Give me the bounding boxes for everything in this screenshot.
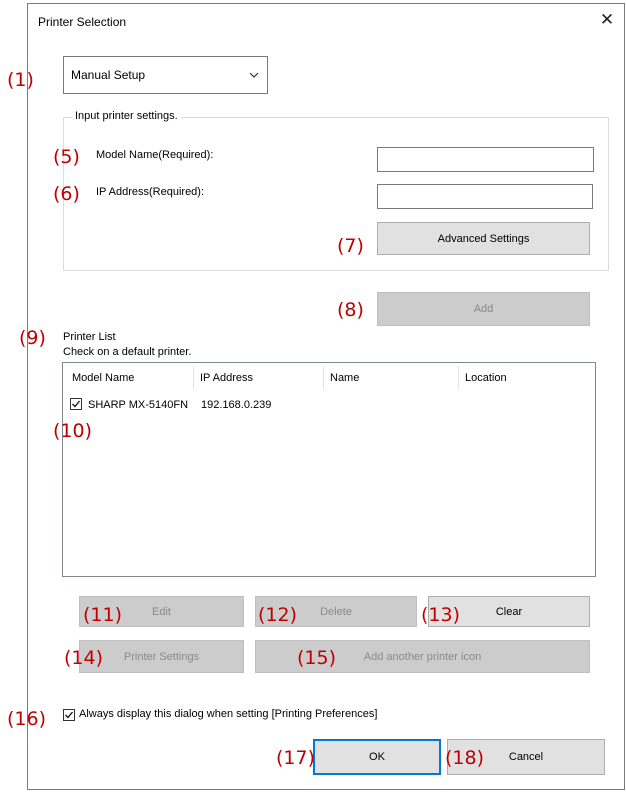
- annotation-18: (18): [445, 747, 485, 769]
- printer-list-subtitle: Check on a default printer.: [63, 346, 192, 358]
- dialog-title: Printer Selection: [38, 15, 127, 29]
- column-divider[interactable]: [458, 366, 459, 390]
- annotation-14: (14): [64, 647, 104, 669]
- default-printer-checkbox[interactable]: [70, 398, 82, 410]
- always-display-label[interactable]: Always display this dialog when setting …: [79, 708, 377, 720]
- annotation-9: (9): [19, 327, 46, 349]
- ip-address-field[interactable]: [377, 184, 593, 209]
- annotation-12: (12): [258, 604, 298, 626]
- annotation-1: (1): [7, 69, 34, 91]
- ok-button[interactable]: OK: [313, 739, 441, 775]
- annotation-15: (15): [297, 647, 337, 669]
- annotation-6: (6): [53, 183, 80, 205]
- model-name-field[interactable]: [377, 147, 594, 172]
- model-name-label: Model Name(Required):: [96, 149, 214, 161]
- input-settings-legend: Input printer settings.: [72, 110, 181, 122]
- setup-mode-value: Manual Setup: [71, 68, 146, 82]
- add-button[interactable]: Add: [377, 292, 590, 326]
- always-display-checkbox[interactable]: [63, 709, 75, 721]
- column-header-model-name[interactable]: Model Name: [72, 372, 134, 384]
- printer-list-title: Printer List: [63, 331, 116, 343]
- annotation-5: (5): [53, 146, 80, 168]
- printer-list-view[interactable]: Model Name IP Address Name Location SHAR…: [62, 362, 596, 577]
- column-divider[interactable]: [193, 366, 194, 390]
- close-icon[interactable]: ✕: [597, 10, 617, 30]
- annotation-16: (16): [7, 708, 47, 730]
- column-header-ip-address[interactable]: IP Address: [200, 372, 253, 384]
- setup-mode-dropdown[interactable]: Manual Setup: [63, 56, 268, 94]
- column-header-name[interactable]: Name: [330, 372, 359, 384]
- annotation-17: (17): [276, 747, 316, 769]
- row-ip-address: 192.168.0.239: [201, 399, 272, 411]
- annotation-7: (7): [337, 235, 364, 257]
- ip-address-label: IP Address(Required):: [96, 186, 205, 198]
- chevron-down-icon: [247, 68, 261, 82]
- column-header-location[interactable]: Location: [465, 372, 507, 384]
- column-divider[interactable]: [323, 366, 324, 390]
- annotation-11: (11): [83, 604, 123, 626]
- annotation-8: (8): [337, 299, 364, 321]
- row-model-name: SHARP MX-5140FN: [88, 399, 189, 411]
- annotation-10: (10): [53, 420, 93, 442]
- advanced-settings-button[interactable]: Advanced Settings: [377, 222, 590, 255]
- annotation-13: (13): [421, 604, 461, 626]
- printer-settings-button[interactable]: Printer Settings: [79, 640, 244, 673]
